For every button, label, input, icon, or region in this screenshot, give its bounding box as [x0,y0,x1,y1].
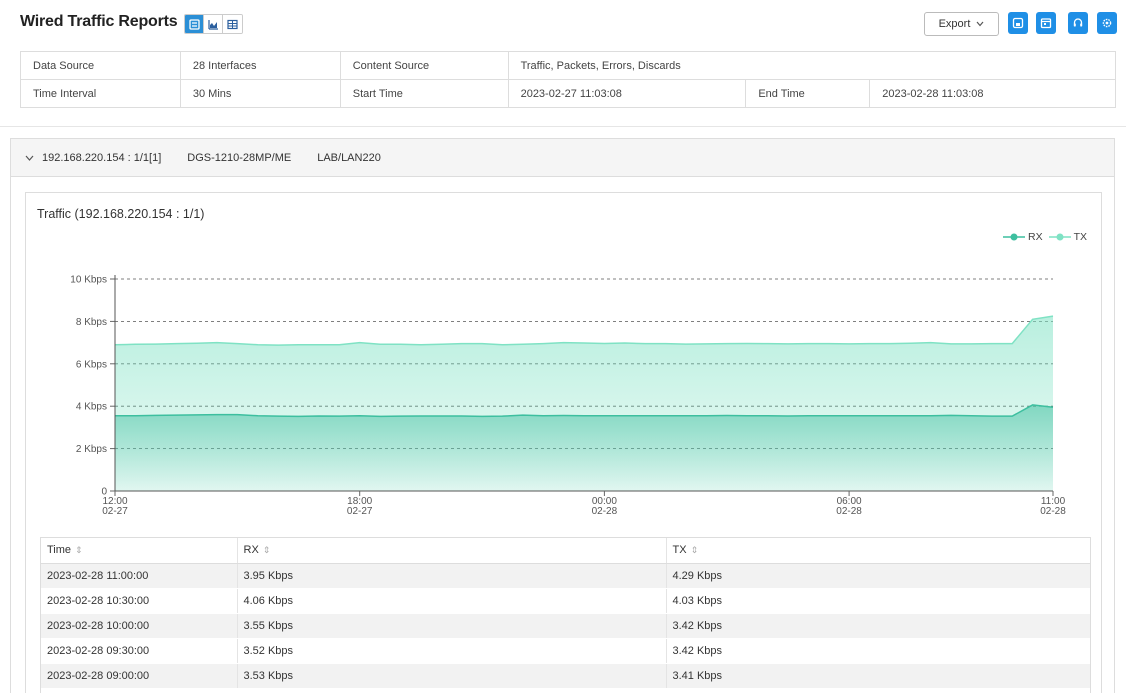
traffic-table-wrapper: Time ⇕ RX ⇕ TX ⇕ 2023-02-28 11:00:00 3.95 K… [40,537,1091,693]
interface-panel: 192.168.220.154 : 1/1[1] DGS-1210-28MP/M… [10,138,1115,693]
schedule-button[interactable] [1036,12,1056,34]
cell-rx: 3.53 Kbps [237,663,667,689]
column-header-rx-label: RX [243,544,259,557]
report-icon [188,18,200,30]
chevron-down-icon [976,21,984,27]
y-tick-label: 4 Kbps [76,402,107,413]
cell-rx: 4.06 Kbps [237,588,667,614]
cell-tx: 3.41 Kbps [666,663,1090,689]
headset-icon [1073,18,1083,27]
sort-icon[interactable]: ⇕ [75,545,83,555]
table-row: 2023-02-28 10:00:00 3.55 Kbps 3.42 Kbps [41,613,1090,639]
rx-series-area [115,404,1053,491]
cell-time: 2023-02-28 10:00:00 [41,613,238,639]
table-row: 2023-02-28 09:00:00 3.53 Kbps 3.41 Kbps [41,663,1090,689]
content-source-value: Traffic, Packets, Errors, Discards [507,51,1117,80]
x-tick-label-date: 02-27 [102,506,128,517]
y-tick-label: 10 Kbps [70,275,107,286]
table-row: 2023-02-28 10:30:00 4.06 Kbps 4.03 Kbps [41,588,1090,614]
sort-icon[interactable]: ⇕ [263,545,271,555]
chart-view-button[interactable] [204,15,223,33]
cell-tx: 3.42 Kbps [666,638,1090,664]
interface-panel-header[interactable]: 192.168.220.154 : 1/1[1] DGS-1210-28MP/M… [11,139,1114,177]
save-report-button[interactable] [1008,12,1028,34]
table-header-row: Time ⇕ RX ⇕ TX ⇕ [41,538,1090,564]
table-row: 2023-02-28 09:30:00 3.52 Kbps 3.42 Kbps [41,638,1090,664]
info-row: Data Source 28 Interfaces Content Source… [20,51,1117,80]
page-header: Wired Traffic Reports Export [0,0,1126,46]
column-header-time-label: Time [47,544,72,557]
y-tick-label: 6 Kbps [76,359,107,370]
x-tick-label-date: 02-28 [836,506,862,517]
data-source-value: 28 Interfaces [179,51,341,80]
y-tick-label: 2 Kbps [76,444,107,455]
traffic-table: Time ⇕ RX ⇕ TX ⇕ 2023-02-28 11:00:00 3.95 K… [41,538,1090,689]
column-header-tx-label: TX [672,544,687,557]
x-tick-label-date: 02-28 [592,506,618,517]
content-source-label: Content Source [339,51,509,80]
cell-tx: 4.03 Kbps [666,588,1090,614]
settings-button[interactable] [1097,12,1117,34]
x-tick-label-date: 02-27 [347,506,373,517]
table-view-button[interactable] [223,15,242,33]
column-header-time[interactable]: Time ⇕ [41,538,238,564]
traffic-chart-card: Traffic (192.168.220.154 : 1/1) RX TX 02… [25,192,1102,693]
device-location: LAB/LAN220 [317,151,381,164]
data-source-label: Data Source [20,51,181,80]
export-dropdown[interactable]: Export [924,12,999,36]
calendar-icon [1040,18,1052,29]
table-icon [227,19,238,29]
report-info-table: Data Source 28 Interfaces Content Source… [20,51,1117,108]
interface-ip-port: 192.168.220.154 : 1/1[1] [42,151,162,164]
chevron-down-icon[interactable] [25,155,34,161]
end-time-value: 2023-02-28 11:03:08 [869,79,1116,108]
x-tick-label-date: 02-28 [1040,506,1066,517]
start-time-value: 2023-02-27 11:03:08 [507,79,747,108]
page-title: Wired Traffic Reports [20,13,178,30]
cell-time: 2023-02-28 09:00:00 [41,663,238,689]
gear-icon [1102,18,1112,28]
end-time-label: End Time [745,79,871,108]
start-time-label: Start Time [339,79,509,108]
divider [0,126,1126,127]
cell-time: 2023-02-28 10:30:00 [41,588,238,614]
cell-rx: 3.55 Kbps [237,613,667,639]
cell-time: 2023-02-28 09:30:00 [41,638,238,664]
area-chart-icon [207,19,218,30]
column-header-rx[interactable]: RX ⇕ [237,538,667,564]
time-interval-label: Time Interval [20,79,181,108]
cell-time: 2023-02-28 11:00:00 [41,563,238,589]
time-interval-value: 30 Mins [179,79,341,108]
device-model: DGS-1210-28MP/ME [187,151,292,164]
view-toggle-group [184,14,243,34]
cell-rx: 3.52 Kbps [237,638,667,664]
cell-tx: 3.42 Kbps [666,613,1090,639]
sort-icon[interactable]: ⇕ [691,545,699,555]
save-icon [1012,17,1024,29]
report-view-button[interactable] [185,15,204,33]
cell-tx: 4.29 Kbps [666,563,1090,589]
support-button[interactable] [1068,12,1088,34]
tx-series-line [114,315,1054,346]
info-row: Time Interval 30 Mins Start Time 2023-02… [20,79,1116,108]
traffic-chart: 02 Kbps4 Kbps6 Kbps8 Kbps10 Kbps12:0002-… [70,275,1066,518]
y-tick-label: 8 Kbps [76,317,107,328]
export-label: Export [938,18,971,30]
cell-rx: 3.95 Kbps [237,563,667,589]
column-header-tx[interactable]: TX ⇕ [666,538,1090,564]
table-row: 2023-02-28 11:00:00 3.95 Kbps 4.29 Kbps [41,563,1090,589]
